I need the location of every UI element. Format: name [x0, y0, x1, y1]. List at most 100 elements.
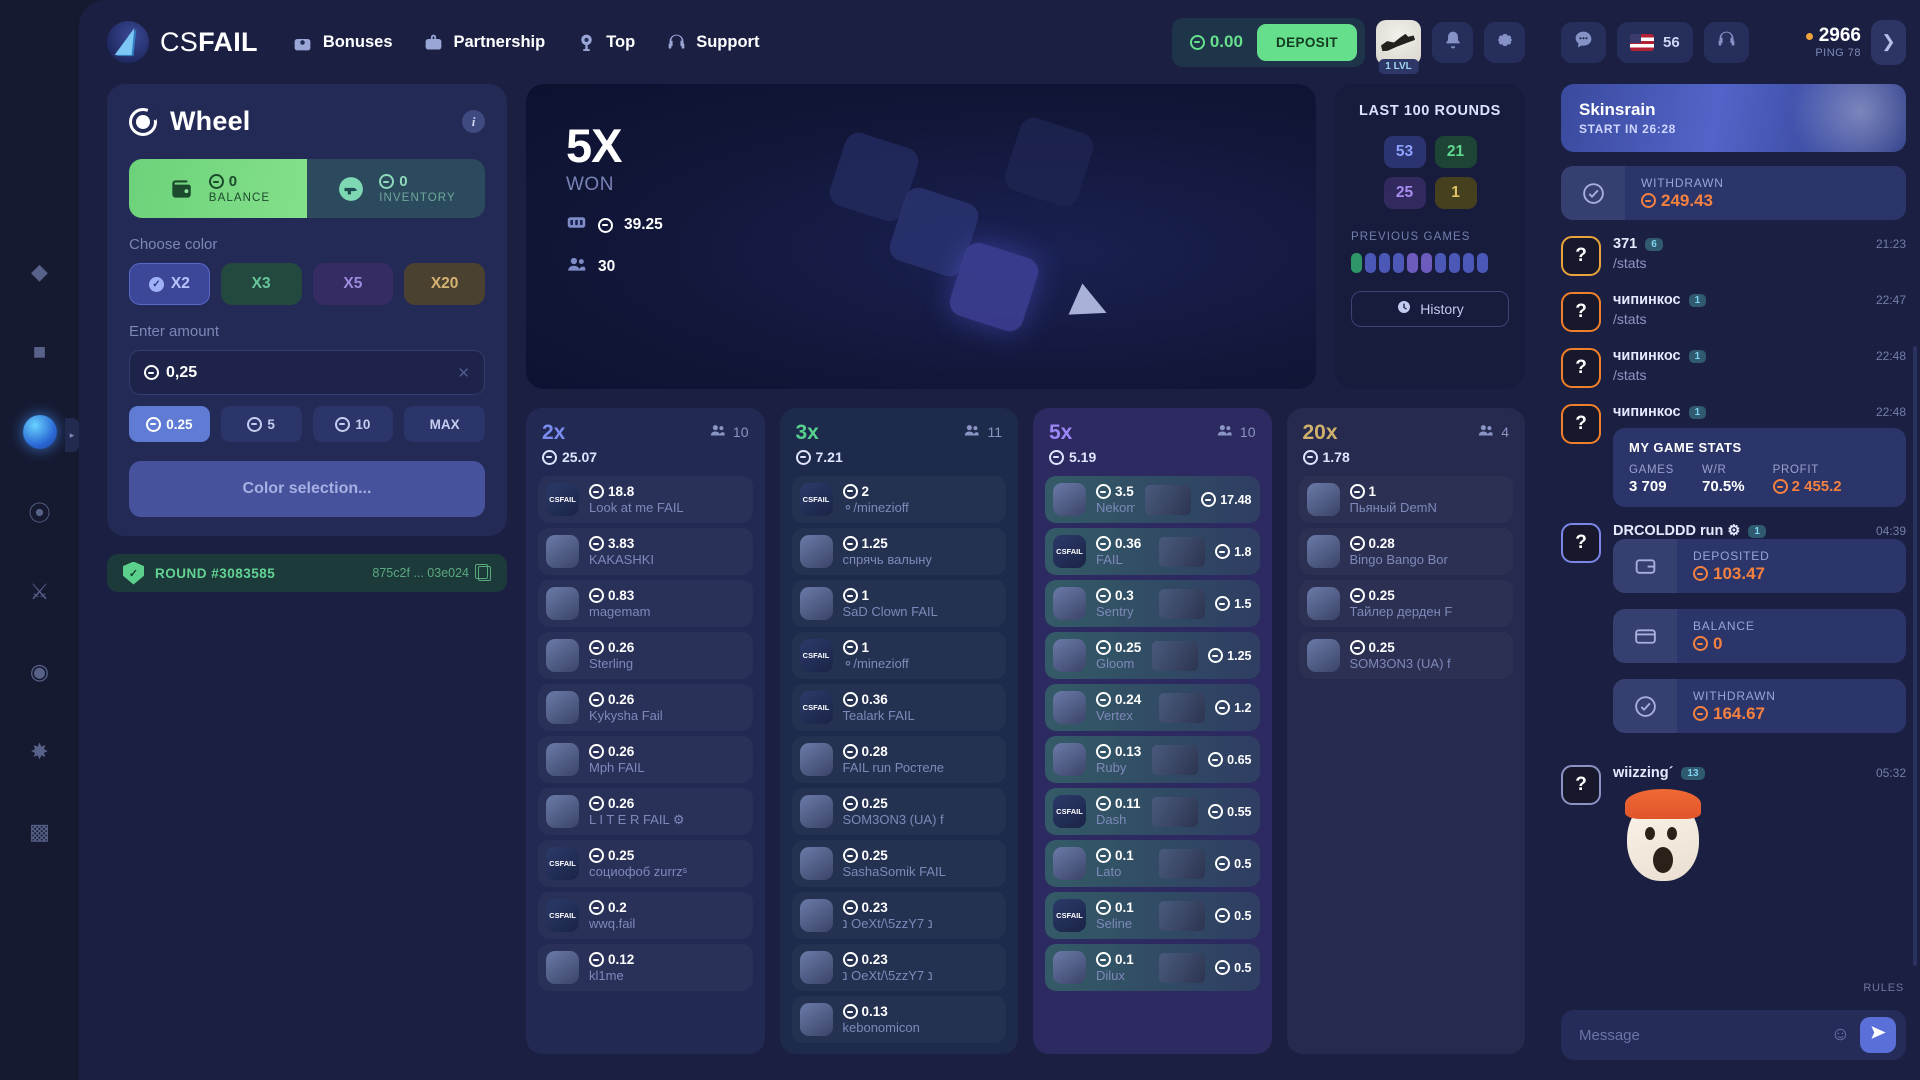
bet-item[interactable]: 3.83 KAKASHKI	[538, 528, 753, 575]
chat-avatar[interactable]: ?	[1561, 404, 1601, 444]
amount-input[interactable]: 0,25 ✕	[129, 350, 485, 395]
brand-logo[interactable]: CSFAIL	[107, 21, 258, 63]
color-option-x5[interactable]: X5	[312, 263, 394, 305]
language-selector[interactable]: 56	[1617, 21, 1693, 63]
bet-item[interactable]: 0.1 Lato 0.5	[1045, 840, 1260, 887]
bet-item[interactable]: 0.23 נ OeXt/\5zzY7 נ	[792, 944, 1007, 991]
rail-item-wheel[interactable]	[18, 410, 62, 454]
chat-avatar[interactable]: ?	[1561, 523, 1601, 563]
bet-column-20x[interactable]: 20x 1.78 4 1 Пьяный DemN 0.28 Bingo Bango Bor 0…	[1286, 408, 1525, 1054]
nav-partnership[interactable]: Partnership	[423, 31, 545, 53]
chat-avatar[interactable]: ?	[1561, 765, 1601, 805]
bet-item[interactable]: 1.25 спрячь валыну	[792, 528, 1007, 575]
quick-amount-10[interactable]: 10	[312, 406, 394, 442]
nav-support[interactable]: Support	[665, 31, 759, 53]
bet-item[interactable]: 0.25 SOM3ON3 (UA) f	[1299, 632, 1514, 679]
bet-item[interactable]: 3.5Nekomi 17.48	[1045, 476, 1260, 523]
chat-input-row[interactable]: ☺	[1561, 1010, 1906, 1060]
chat-username[interactable]: чипинкос	[1613, 404, 1681, 420]
bet-item[interactable]: 0.13 kebonomicon	[792, 996, 1007, 1043]
promo-banner[interactable]: Skinsrain START IN 26:28	[1561, 84, 1906, 152]
bet-item[interactable]: 0.28 Bingo Bango Bor	[1299, 528, 1514, 575]
bet-item[interactable]: CSFAIL 0.36 FAIL 1.8	[1045, 528, 1260, 575]
nav-bonuses[interactable]: Bonuses	[292, 31, 393, 53]
clear-icon[interactable]: ✕	[457, 364, 470, 382]
mode-tab-balance[interactable]: 0 BALANCE	[129, 159, 307, 218]
bet-item[interactable]: 0.28 FAIL run Ростеле	[792, 736, 1007, 783]
bet-item[interactable]: 0.1 Dilux 0.5	[1045, 944, 1260, 991]
bet-item[interactable]: 0.25 Тайлер дерден F	[1299, 580, 1514, 627]
collapse-chat-button[interactable]: ❯	[1871, 19, 1906, 65]
bet-column-3x[interactable]: 3x 7.21 11 CSFAIL 2 ⚬/minezioff 1.25 спрячь вал…	[779, 408, 1018, 1054]
bet-item[interactable]: 0.3 Sentry 1.5	[1045, 580, 1260, 627]
rail-item-crash[interactable]: ⦿	[18, 490, 62, 534]
chat-avatar[interactable]: ?	[1561, 292, 1601, 332]
bet-item[interactable]: 1 SaD Clown FAIL	[792, 580, 1007, 627]
color-option-x20[interactable]: X20	[404, 263, 485, 305]
history-button[interactable]: History	[1351, 290, 1509, 327]
rail-item-contract[interactable]: ▩	[18, 810, 62, 854]
bet-item[interactable]: CSFAIL 1 ⚬/minezioff	[792, 632, 1007, 679]
quick-amount-5[interactable]: 5	[220, 406, 302, 442]
deposit-button[interactable]: DEPOSIT	[1256, 23, 1357, 61]
chat-input[interactable]	[1579, 1026, 1821, 1044]
bet-item[interactable]: CSFAIL 0.1 Seline 0.5	[1045, 892, 1260, 939]
color-selection-button[interactable]: Color selection...	[129, 461, 485, 517]
bet-item[interactable]: 0.26 Kykysha Fail	[538, 684, 753, 731]
bet-item[interactable]: 0.26 L I T E R FAIL ⚙	[538, 788, 753, 835]
bet-item[interactable]: 0.24 Vertex 1.2	[1045, 684, 1260, 731]
bet-column-2x[interactable]: 2x 25.07 10 CSFAIL 18.8 Look at me FAIL 3.83 KA…	[526, 408, 765, 1054]
color-option-x2[interactable]: ✓ X2	[129, 263, 210, 305]
chat-username[interactable]: чипинкос	[1613, 292, 1681, 308]
bet-item[interactable]: 0.26 Sterling	[538, 632, 753, 679]
bet-item[interactable]: CSFAIL 0.36 Tealark FAIL	[792, 684, 1007, 731]
chat-avatar[interactable]: ?	[1561, 236, 1601, 276]
chat-username[interactable]: чипинкос	[1613, 348, 1681, 364]
rules-link[interactable]: RULES	[1863, 982, 1904, 994]
bet-username: נ OeXt/\5zzY7 נ	[842, 916, 933, 931]
chat-username[interactable]: DRCOLDDD run ⚙	[1613, 523, 1740, 539]
quick-amount-0.25[interactable]: 0.25	[129, 406, 210, 442]
rail-item-case-battle[interactable]: ◆	[18, 250, 62, 294]
chat-avatar[interactable]: ?	[1561, 348, 1601, 388]
bet-item[interactable]: CSFAIL 18.8 Look at me FAIL	[538, 476, 753, 523]
bet-item[interactable]: CSFAIL 0.11 Dash 0.55	[1045, 788, 1260, 835]
chat-scrollbar[interactable]	[1913, 346, 1917, 966]
rail-item-upgrade[interactable]: ⚔	[18, 570, 62, 614]
bet-avatar	[1306, 535, 1340, 568]
user-avatar-wrap[interactable]: 1 LVL	[1376, 19, 1421, 74]
chat-username[interactable]: wiizzing´	[1613, 765, 1673, 781]
bet-item[interactable]: 0.25 Gloom 1.25	[1045, 632, 1260, 679]
bet-item[interactable]: 0.26 Mph FAIL	[538, 736, 753, 783]
rail-item-cases[interactable]: ■	[18, 330, 62, 374]
bet-item[interactable]: 0.12 kl1me	[538, 944, 753, 991]
quick-amount-max[interactable]: MAX	[404, 406, 485, 442]
bet-column-5x[interactable]: 5x 5.19 10 3.5Nekomi 17.48 CSFAIL 0.36FAIL 1.8 0…	[1033, 408, 1272, 1054]
chat-username[interactable]: 371	[1613, 236, 1637, 252]
info-icon[interactable]: i	[462, 110, 485, 133]
send-button[interactable]	[1860, 1017, 1896, 1053]
chat-messages[interactable]: WITHDRAWN 249.43? 371 6 21:23/stats? чипинкос…	[1547, 166, 1920, 1010]
bet-item[interactable]: 0.83 magemam	[538, 580, 753, 627]
bet-item[interactable]: 0.25 SOM3ON3 (UA) f	[792, 788, 1007, 835]
bet-item[interactable]: 0.23 נ OeXt/\5zzY7 נ	[792, 892, 1007, 939]
rail-item-slots[interactable]: ◉	[18, 650, 62, 694]
notifications-button[interactable]	[1432, 21, 1473, 63]
copy-icon[interactable]	[475, 563, 491, 581]
bet-item[interactable]: 0.25 SashaSomik FAIL	[792, 840, 1007, 887]
rail-expand-handle[interactable]: ▸	[65, 418, 79, 452]
support-button[interactable]	[1703, 21, 1749, 63]
bet-item[interactable]: 0.13 Ruby 0.65	[1045, 736, 1260, 783]
chat-toggle-button[interactable]	[1561, 21, 1606, 63]
mode-tab-inventory[interactable]: 0 INVENTORY	[307, 159, 485, 218]
bet-item[interactable]: 1 Пьяный DemN	[1299, 476, 1514, 523]
bet-item[interactable]: CSFAIL 2 ⚬/minezioff	[792, 476, 1007, 523]
bet-item[interactable]: CSFAIL 0.2 wwq.fail	[538, 892, 753, 939]
nav-top[interactable]: Top	[575, 31, 635, 53]
bet-item[interactable]: CSFAIL 0.25 социофоб zurrzˢ	[538, 840, 753, 887]
round-hash-row[interactable]: 875c2f ... 03e024	[372, 563, 491, 581]
emoji-icon[interactable]: ☺	[1831, 1024, 1850, 1046]
color-option-x3[interactable]: X3	[220, 263, 302, 305]
rail-item-mines[interactable]: ✸	[18, 730, 62, 774]
settings-button[interactable]	[1484, 21, 1525, 63]
